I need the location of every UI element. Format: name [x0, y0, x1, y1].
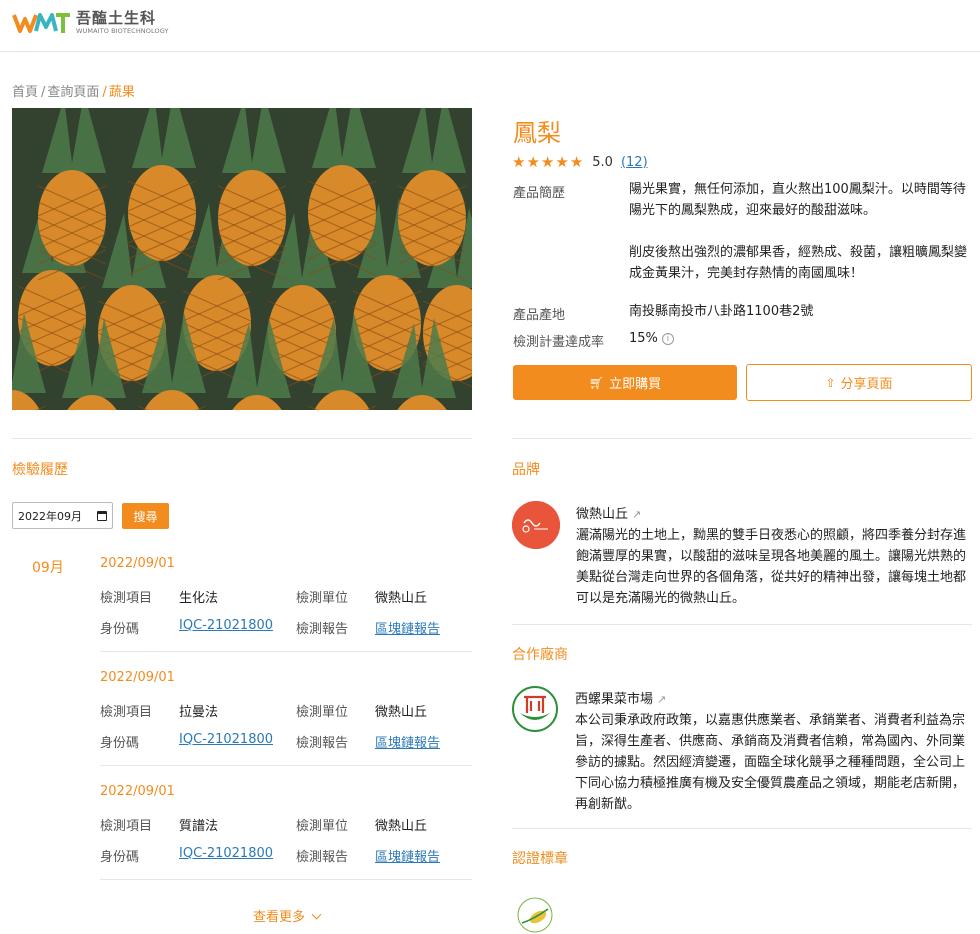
- id-label: 身份碼: [100, 622, 140, 637]
- rate-value-wrap: 15% i: [629, 328, 674, 349]
- desc-label: 產品簡歷: [513, 186, 566, 201]
- pineapple-image: [12, 108, 472, 410]
- brand-name: 微熱山丘: [576, 507, 629, 522]
- rating-stars: ★ ★ ★ ★ ★: [512, 154, 584, 170]
- product-description: 陽光果實，無任何添加，直火熬出100鳳梨汁。以時間等待陽光下的鳳梨熟成，迎來最好…: [629, 179, 973, 284]
- star-icon: ★: [512, 153, 526, 171]
- chevron-down-icon: [311, 909, 322, 920]
- description-paragraph-1: 陽光果實，無任何添加，直火熬出100鳳梨汁。以時間等待陽光下的鳳梨熟成，迎來最好…: [629, 182, 966, 218]
- inspection-title: 檢驗履歷: [12, 462, 68, 478]
- buy-now-label: 立即購買: [609, 377, 662, 392]
- month-picker-value: 2022年09月: [18, 509, 82, 523]
- cart-icon: 🛒︎: [588, 375, 605, 390]
- divider: [512, 624, 972, 625]
- blockchain-report-link[interactable]: 區塊鏈報告: [375, 846, 440, 865]
- description-paragraph-2: 削皮後熬出強烈的濃郁果香，經熟成、殺菌，讓粗曠鳳梨變成金黃果汁，完美封存熱情的南…: [629, 245, 968, 281]
- month-label: 09月: [32, 560, 64, 576]
- item-value: 生化法: [179, 591, 219, 606]
- share-icon: ⇧: [825, 375, 836, 390]
- star-icon: ★: [526, 153, 540, 171]
- brand-logo[interactable]: [512, 501, 560, 549]
- item-label: 檢測項目: [100, 819, 153, 834]
- partner-name: 西螺果菜市場: [575, 692, 654, 707]
- star-icon: ★: [569, 153, 584, 171]
- blockchain-report-link[interactable]: 區塊鏈報告: [375, 732, 440, 751]
- brand-description: 灑滿陽光的土地上，黝黑的雙手日夜悉心的照顧，將四季養分封存進飽滿豐厚的果實，以酸…: [576, 528, 967, 606]
- site-logo[interactable]: 吾醢土生科 WUMAITO BIOTECHNOLOGY: [12, 9, 169, 37]
- certification-title: 認證標章: [512, 851, 568, 867]
- unit-label: 檢測單位: [296, 705, 349, 720]
- item-label: 檢測項目: [100, 591, 153, 606]
- star-icon: ★: [555, 153, 569, 171]
- report-label: 檢測報告: [296, 622, 349, 637]
- breadcrumb: 首頁 / 查詢頁面 / 蔬果: [12, 81, 135, 100]
- partner-description: 本公司秉承政府政策，以嘉惠供應業者、承銷業者、消費者利益為宗旨，深得生產者、供應…: [575, 713, 966, 812]
- brand-name-link[interactable]: 微熱山丘 ↗: [576, 503, 641, 522]
- star-icon: ★: [540, 153, 555, 171]
- divider: [100, 651, 472, 652]
- item-value: 拉曼法: [179, 705, 219, 720]
- share-page-label: 分享頁面: [840, 377, 893, 392]
- view-more-label: 查看更多: [253, 910, 306, 925]
- product-title: 鳳梨: [513, 119, 561, 147]
- id-label: 身份碼: [100, 850, 140, 865]
- id-link[interactable]: IQC-21021800: [179, 618, 273, 633]
- report-label: 檢測報告: [296, 850, 349, 865]
- record-date: 2022/09/01: [100, 556, 175, 571]
- site-header: 吾醢土生科 WUMAITO BIOTECHNOLOGY: [0, 0, 980, 52]
- id-link[interactable]: IQC-21021800: [179, 732, 273, 747]
- partner-logo[interactable]: [512, 686, 558, 732]
- id-link[interactable]: IQC-21021800: [179, 846, 273, 861]
- divider: [512, 828, 972, 829]
- certification-badge-icon[interactable]: [514, 893, 556, 934]
- rate-value: 15%: [629, 331, 658, 346]
- breadcrumb-query[interactable]: 查詢頁面: [47, 85, 99, 100]
- partner-logo-icon: [520, 695, 550, 720]
- logo-mark-icon: [12, 13, 70, 33]
- breadcrumb-home[interactable]: 首頁: [12, 85, 38, 100]
- unit-value: 微熱山丘: [375, 819, 428, 834]
- divider: [100, 765, 472, 766]
- breadcrumb-current: 蔬果: [108, 85, 135, 100]
- partner-name-link[interactable]: 西螺果菜市場 ↗: [575, 688, 666, 707]
- id-label: 身份碼: [100, 736, 140, 751]
- report-label: 檢測報告: [296, 736, 349, 751]
- unit-value: 微熱山丘: [375, 591, 428, 606]
- partner-title: 合作廠商: [512, 647, 568, 663]
- month-picker-input[interactable]: 2022年09月: [12, 502, 113, 529]
- item-label: 檢測項目: [100, 705, 153, 720]
- origin-value: 南投縣南投市八卦路1100巷2號: [629, 304, 814, 319]
- breadcrumb-separator: /: [41, 85, 46, 100]
- item-value: 質譜法: [179, 819, 219, 834]
- external-link-icon: ↗: [657, 693, 667, 706]
- unit-label: 檢測單位: [296, 591, 349, 606]
- review-count-link[interactable]: (12): [621, 155, 648, 170]
- record-date: 2022/09/01: [100, 670, 175, 685]
- unit-value: 微熱山丘: [375, 705, 428, 720]
- brand-logo-icon: [512, 501, 560, 549]
- origin-label: 產品產地: [513, 308, 566, 323]
- divider: [512, 438, 972, 439]
- info-icon[interactable]: i: [661, 333, 674, 345]
- logo-subtitle: WUMAITO BIOTECHNOLOGY: [76, 27, 169, 35]
- external-link-icon: ↗: [632, 508, 642, 521]
- brand-title: 品牌: [512, 462, 540, 478]
- unit-label: 檢測單位: [296, 819, 349, 834]
- rating-value: 5.0: [592, 154, 613, 170]
- blockchain-report-link[interactable]: 區塊鏈報告: [375, 618, 440, 637]
- search-button[interactable]: 搜尋: [122, 503, 169, 529]
- view-more-link[interactable]: 查看更多: [253, 906, 322, 925]
- logo-name: 吾醢土生科: [76, 9, 157, 27]
- record-date: 2022/09/01: [100, 784, 175, 799]
- divider: [100, 879, 472, 880]
- rate-label: 檢測計畫達成率: [513, 335, 605, 350]
- divider: [12, 438, 472, 439]
- product-rating: ★ ★ ★ ★ ★ 5.0 (12): [512, 154, 648, 170]
- calendar-icon[interactable]: [97, 510, 107, 521]
- breadcrumb-separator: /: [102, 85, 107, 100]
- share-page-button[interactable]: ⇧ 分享頁面: [746, 364, 972, 401]
- buy-now-button[interactable]: 🛒︎ 立即購買: [513, 365, 737, 400]
- product-photo: [12, 108, 472, 410]
